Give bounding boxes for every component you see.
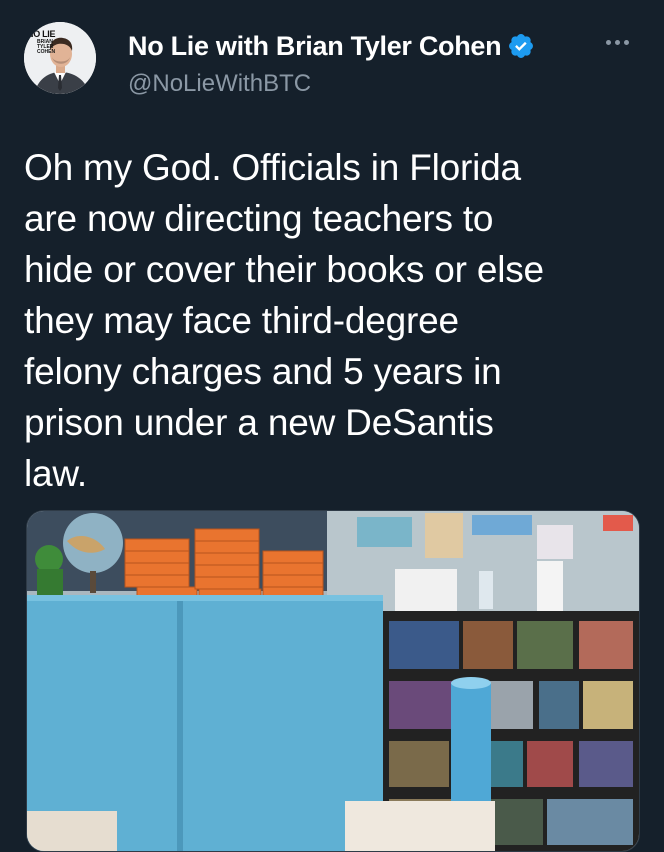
author-handle[interactable]: @NoLieWithBTC xyxy=(128,70,311,98)
photo-icon xyxy=(27,511,639,851)
tweet-media-photo[interactable] xyxy=(26,510,640,852)
avatar[interactable]: NO LIE BRIAN TYLER COHEN xyxy=(24,22,96,94)
verified-badge-icon xyxy=(509,34,534,58)
avatar-logo: NO LIE BRIAN TYLER COHEN xyxy=(27,29,56,55)
tweet-header: NO LIE BRIAN TYLER COHEN No Lie with Bri… xyxy=(0,0,664,130)
more-horizontal-icon[interactable] xyxy=(597,30,637,54)
tweet-text: Oh my God. Officials in Florida are now … xyxy=(24,147,544,494)
author-display-name[interactable]: No Lie with Brian Tyler Cohen xyxy=(128,31,502,62)
author-name-row[interactable]: No Lie with Brian Tyler Cohen xyxy=(128,28,535,64)
